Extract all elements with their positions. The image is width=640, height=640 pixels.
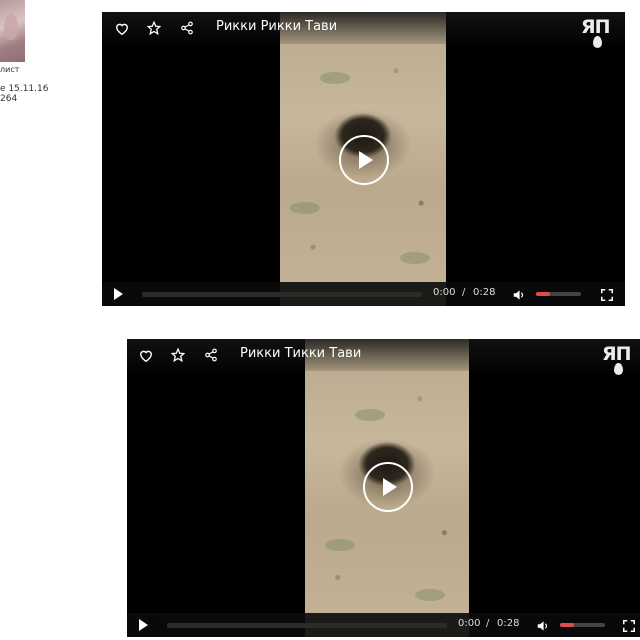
- video-title[interactable]: Рикки Рикки Тави: [216, 19, 337, 34]
- heart-icon[interactable]: [136, 345, 156, 365]
- fullscreen-icon[interactable]: [600, 287, 614, 302]
- player-controls: 0:00 / 0:28: [127, 613, 640, 637]
- video-title[interactable]: Рикки Тикки Тави: [240, 346, 361, 361]
- star-icon[interactable]: [144, 18, 164, 38]
- volume-icon[interactable]: [536, 618, 550, 632]
- time-separator: /: [462, 287, 466, 298]
- current-time: 0:00: [433, 287, 456, 298]
- play-icon: [359, 151, 373, 169]
- play-button[interactable]: [339, 135, 389, 185]
- play-icon: [383, 478, 397, 496]
- seek-bar[interactable]: [167, 623, 447, 628]
- drop-icon: [593, 36, 602, 48]
- video-player-1[interactable]: Рикки Рикки Тави ЯП 0:00 / 0:28: [102, 12, 625, 306]
- current-time: 0:00: [458, 618, 481, 629]
- user-post-count: 264: [0, 94, 18, 104]
- volume-icon[interactable]: [512, 287, 526, 301]
- drop-icon: [614, 363, 623, 375]
- duration: 0:28: [497, 618, 520, 629]
- fullscreen-icon[interactable]: [622, 618, 636, 633]
- player-top-bar: Рикки Рикки Тави: [102, 12, 625, 44]
- share-icon[interactable]: [177, 18, 197, 38]
- time-separator: /: [486, 618, 490, 629]
- star-icon[interactable]: [168, 345, 188, 365]
- volume-slider[interactable]: [560, 623, 605, 627]
- play-button[interactable]: [363, 462, 413, 512]
- player-controls: 0:00 / 0:28: [102, 282, 625, 306]
- player-top-bar: Рикки Тикки Тави: [127, 339, 640, 371]
- yaplakal-logo: ЯП: [600, 343, 640, 377]
- volume-level: [560, 623, 574, 627]
- seek-bar[interactable]: [142, 292, 422, 297]
- duration: 0:28: [473, 287, 496, 298]
- share-icon[interactable]: [201, 345, 221, 365]
- video-player-2[interactable]: Рикки Тикки Тави ЯП 0:00 / 0:28: [127, 339, 640, 637]
- play-small-button[interactable]: [114, 288, 123, 300]
- heart-icon[interactable]: [112, 18, 132, 38]
- volume-level: [536, 292, 550, 296]
- user-role: лист: [0, 65, 20, 74]
- user-registration-date: е 15.11.16: [0, 84, 49, 94]
- play-small-button[interactable]: [139, 619, 148, 631]
- volume-slider[interactable]: [536, 292, 581, 296]
- yaplakal-logo: ЯП: [579, 16, 619, 50]
- user-avatar[interactable]: [0, 0, 25, 62]
